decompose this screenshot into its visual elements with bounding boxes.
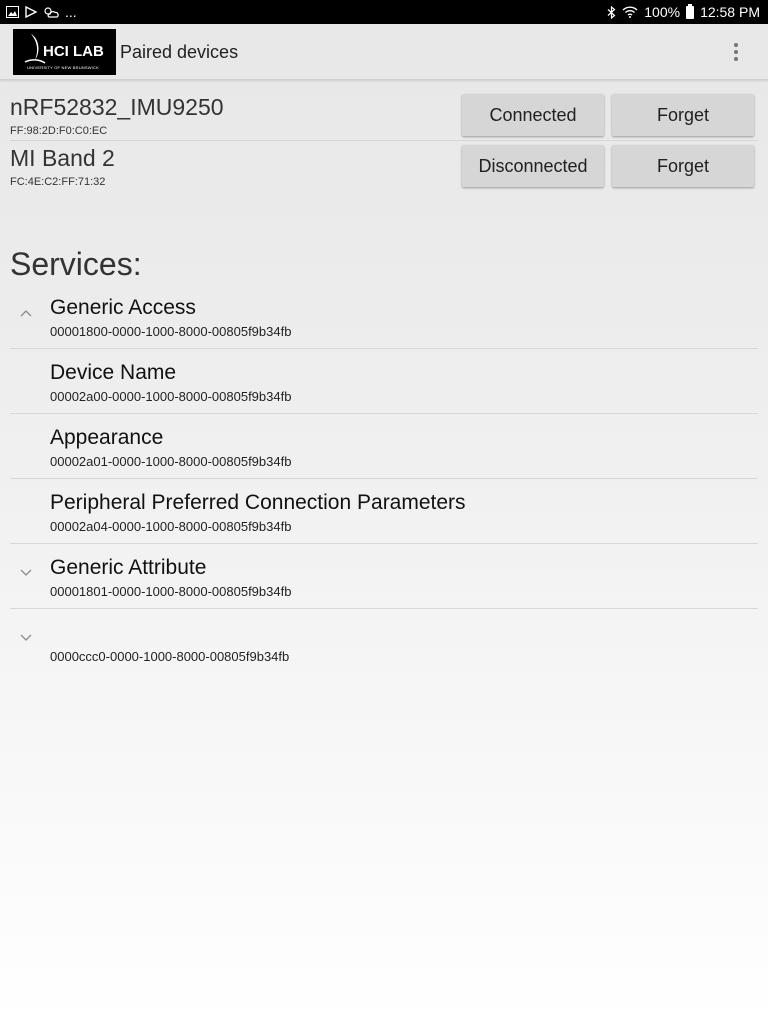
forget-button[interactable]: Forget xyxy=(612,145,754,187)
image-icon xyxy=(6,6,19,18)
connection-status-button[interactable]: Disconnected xyxy=(462,145,604,187)
status-left: ... xyxy=(6,4,77,20)
battery-percent: 100% xyxy=(644,4,681,20)
service-uuid: 0000ccc0-0000-1000-8000-00805f9b34fb xyxy=(50,649,290,664)
service-item[interactable]: Generic Access 00001800-0000-1000-8000-0… xyxy=(10,284,758,349)
device-row: MI Band 2 FC:4E:C2:FF:71:32 Disconnected… xyxy=(10,141,758,191)
more-vert-icon xyxy=(734,43,738,47)
characteristic-uuid: 00002a04-0000-1000-8000-00805f9b34fb xyxy=(50,519,292,534)
status-bar: ... 100% 12:58 PM xyxy=(0,0,768,24)
service-uuid: 00001800-0000-1000-8000-00805f9b34fb xyxy=(50,324,292,339)
wifi-icon xyxy=(622,6,638,18)
more-notifications: ... xyxy=(65,4,77,20)
device-address: FC:4E:C2:FF:71:32 xyxy=(10,176,106,188)
service-item[interactable]: Generic Attribute 00001801-0000-1000-800… xyxy=(10,544,758,609)
characteristic-item[interactable]: Device Name 00002a00-0000-1000-8000-0080… xyxy=(10,349,758,414)
bluetooth-icon xyxy=(607,5,616,19)
forget-button[interactable]: Forget xyxy=(612,94,754,136)
service-uuid: 00001801-0000-1000-8000-00805f9b34fb xyxy=(50,584,292,599)
logo-text: HCI LAB xyxy=(43,43,104,60)
connection-status-button[interactable]: Connected xyxy=(462,94,604,136)
characteristic-name: Appearance xyxy=(50,426,164,449)
status-right: 100% 12:58 PM xyxy=(607,3,760,20)
characteristic-uuid: 00002a00-0000-1000-8000-00805f9b34fb xyxy=(50,389,292,404)
weather-icon xyxy=(44,7,59,18)
device-address: FF:98:2D:F0:C0:EC xyxy=(10,125,108,137)
service-name: Generic Access xyxy=(50,296,196,319)
chevron-down-icon[interactable] xyxy=(19,631,33,645)
service-list: Generic Access 00001800-0000-1000-8000-0… xyxy=(10,284,758,674)
hci-lab-logo: HCI LAB UNIVERSITY OF NEW BRUNSWICK xyxy=(13,29,116,75)
service-name: Generic Attribute xyxy=(50,556,207,579)
battery-icon xyxy=(686,3,695,19)
page-title: Paired devices xyxy=(120,42,239,62)
service-item[interactable]: 0000ccc0-0000-1000-8000-00805f9b34fb xyxy=(10,609,758,674)
characteristic-uuid: 00002a01-0000-1000-8000-00805f9b34fb xyxy=(50,454,292,469)
status-time: 12:58 PM xyxy=(700,4,760,20)
device-row: nRF52832_IMU9250 FF:98:2D:F0:C0:EC Conne… xyxy=(10,90,758,141)
characteristic-item[interactable]: Peripheral Preferred Connection Paramete… xyxy=(10,479,758,544)
device-name: nRF52832_IMU9250 xyxy=(10,94,224,120)
chevron-down-icon[interactable] xyxy=(19,566,33,580)
logo-subtext: UNIVERSITY OF NEW BRUNSWICK xyxy=(27,65,99,70)
device-name: MI Band 2 xyxy=(10,145,115,171)
services-heading: Services: xyxy=(10,246,142,282)
characteristic-name: Device Name xyxy=(50,361,177,384)
characteristic-name: Peripheral Preferred Connection Paramete… xyxy=(50,491,466,514)
overflow-menu-button[interactable] xyxy=(724,40,748,64)
chevron-up-icon[interactable] xyxy=(19,306,33,320)
characteristic-item[interactable]: Appearance 00002a01-0000-1000-8000-00805… xyxy=(10,414,758,479)
play-store-icon xyxy=(25,6,37,18)
app-bar: HCI LAB UNIVERSITY OF NEW BRUNSWICK Pair… xyxy=(0,24,768,80)
